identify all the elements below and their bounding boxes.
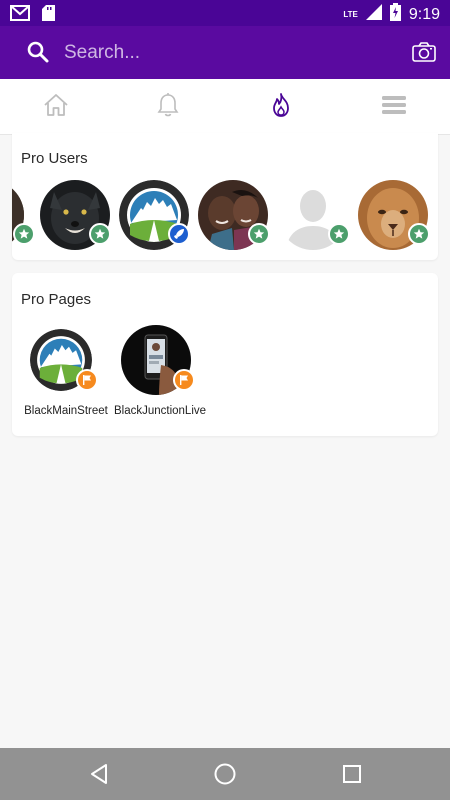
pro-users-title: Pro Users — [21, 150, 88, 167]
signal-icon — [365, 4, 382, 25]
search-input[interactable] — [64, 38, 394, 68]
bell-icon — [157, 92, 179, 123]
tab-trending[interactable] — [225, 79, 337, 135]
gmail-icon — [10, 5, 30, 26]
search-header — [0, 26, 450, 79]
tab-home[interactable] — [0, 79, 112, 135]
pro-users-card: Pro Users — [12, 133, 438, 260]
tab-menu[interactable] — [338, 79, 450, 135]
status-right: LTE 9:19 — [343, 3, 440, 26]
search-icon[interactable] — [26, 40, 50, 64]
pro-users-row[interactable] — [12, 180, 438, 254]
star-badge-icon — [13, 223, 35, 245]
system-nav-bar — [0, 748, 450, 800]
home-circle-icon[interactable] — [213, 762, 237, 786]
tab-bar — [0, 79, 450, 135]
page-item-blackjunctionlive[interactable]: BlackJunctionLive — [114, 325, 206, 425]
flame-icon — [271, 92, 291, 123]
status-left — [10, 5, 55, 26]
flag-badge-icon — [76, 369, 98, 391]
battery-charging-icon — [389, 3, 401, 26]
clock: 9:19 — [408, 5, 440, 23]
back-icon[interactable] — [87, 762, 111, 786]
menu-icon — [382, 95, 406, 120]
star-badge-icon — [248, 223, 270, 245]
flag-badge-icon — [173, 369, 195, 391]
tab-notifications[interactable] — [112, 79, 224, 135]
star-badge-icon — [89, 223, 111, 245]
sd-card-icon — [42, 5, 55, 26]
page-name[interactable]: BlackMainStreet — [14, 405, 118, 417]
star-badge-icon — [328, 223, 350, 245]
page-name[interactable]: BlackJunctionLive — [108, 405, 212, 417]
page-item-blackmainstreet[interactable]: BlackMainStreet — [20, 325, 112, 425]
pro-pages-card: Pro Pages BlackMainStreet BlackJunctionL… — [12, 273, 438, 436]
star-badge-icon — [408, 223, 430, 245]
camera-icon[interactable] — [412, 41, 436, 63]
status-bar: LTE 9:19 — [0, 0, 450, 26]
pro-pages-title: Pro Pages — [21, 291, 92, 308]
home-icon — [43, 93, 69, 122]
rocket-badge-icon — [168, 223, 190, 245]
network-type: LTE — [343, 10, 358, 19]
recents-square-icon[interactable] — [340, 762, 364, 786]
